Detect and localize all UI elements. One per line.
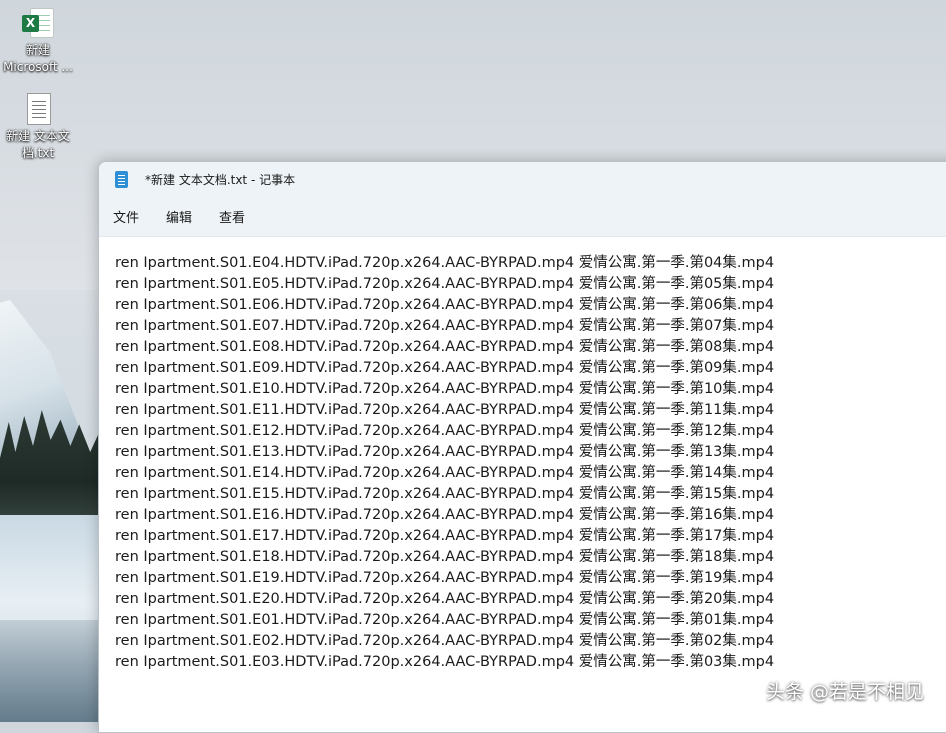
editor-line: ren Ipartment.S01.E11.HDTV.iPad.720p.x26… <box>115 402 775 418</box>
desktop-icon-text-file[interactable]: 新建 文本文 档.txt <box>0 92 78 162</box>
editor-line: ren Ipartment.S01.E03.HDTV.iPad.720p.x26… <box>115 654 775 670</box>
menu-bar: 文件 编辑 查看 <box>99 196 946 237</box>
menu-edit[interactable]: 编辑 <box>166 203 192 230</box>
editor-line: ren Ipartment.S01.E13.HDTV.iPad.720p.x26… <box>115 444 775 460</box>
editor-line: ren Ipartment.S01.E15.HDTV.iPad.720p.x26… <box>115 486 775 502</box>
text-file-icon <box>22 92 54 126</box>
editor-line: ren Ipartment.S01.E16.HDTV.iPad.720p.x26… <box>115 507 775 523</box>
editor-line: ren Ipartment.S01.E09.HDTV.iPad.720p.x26… <box>115 360 775 376</box>
title-bar[interactable]: *新建 文本文档.txt - 记事本 <box>99 162 946 196</box>
window-title: *新建 文本文档.txt - 记事本 <box>145 172 296 187</box>
editor-line: ren Ipartment.S01.E20.HDTV.iPad.720p.x26… <box>115 591 775 607</box>
text-editor-area[interactable]: ren Ipartment.S01.E04.HDTV.iPad.720p.x26… <box>99 237 946 673</box>
editor-line: ren Ipartment.S01.E06.HDTV.iPad.720p.x26… <box>115 297 775 313</box>
editor-line: ren Ipartment.S01.E17.HDTV.iPad.720p.x26… <box>115 528 775 544</box>
desktop-wallpaper-scenery <box>0 290 110 722</box>
editor-line: ren Ipartment.S01.E10.HDTV.iPad.720p.x26… <box>115 381 775 397</box>
desktop-icon-label-line2: Microsoft ... <box>3 60 73 74</box>
desktop-icon-label-line1: 新建 <box>25 43 50 57</box>
editor-line: ren Ipartment.S01.E12.HDTV.iPad.720p.x26… <box>115 423 775 439</box>
editor-line: ren Ipartment.S01.E18.HDTV.iPad.720p.x26… <box>115 549 775 565</box>
editor-line: ren Ipartment.S01.E19.HDTV.iPad.720p.x26… <box>115 570 775 586</box>
editor-line: ren Ipartment.S01.E01.HDTV.iPad.720p.x26… <box>115 612 775 628</box>
editor-line: ren Ipartment.S01.E07.HDTV.iPad.720p.x26… <box>115 318 775 334</box>
excel-badge: X <box>22 15 39 32</box>
editor-line: ren Ipartment.S01.E14.HDTV.iPad.720p.x26… <box>115 465 775 481</box>
desktop-icon-label-line1: 新建 文本文 <box>6 129 70 143</box>
excel-icon: X <box>22 6 54 40</box>
editor-line: ren Ipartment.S01.E08.HDTV.iPad.720p.x26… <box>115 339 775 355</box>
desktop-icon-excel-file[interactable]: X 新建 Microsoft ... <box>0 6 78 76</box>
editor-line: ren Ipartment.S01.E04.HDTV.iPad.720p.x26… <box>115 255 775 271</box>
menu-view[interactable]: 查看 <box>219 203 245 230</box>
editor-line: ren Ipartment.S01.E02.HDTV.iPad.720p.x26… <box>115 633 775 649</box>
watermark: 头条 @若是不相见 <box>765 681 924 703</box>
notepad-icon <box>115 170 128 188</box>
notepad-window: *新建 文本文档.txt - 记事本 文件 编辑 查看 ren Ipartmen… <box>98 161 946 733</box>
menu-file[interactable]: 文件 <box>113 203 139 230</box>
desktop-icon-label-line2: 档.txt <box>21 146 55 160</box>
editor-line: ren Ipartment.S01.E05.HDTV.iPad.720p.x26… <box>115 276 775 292</box>
